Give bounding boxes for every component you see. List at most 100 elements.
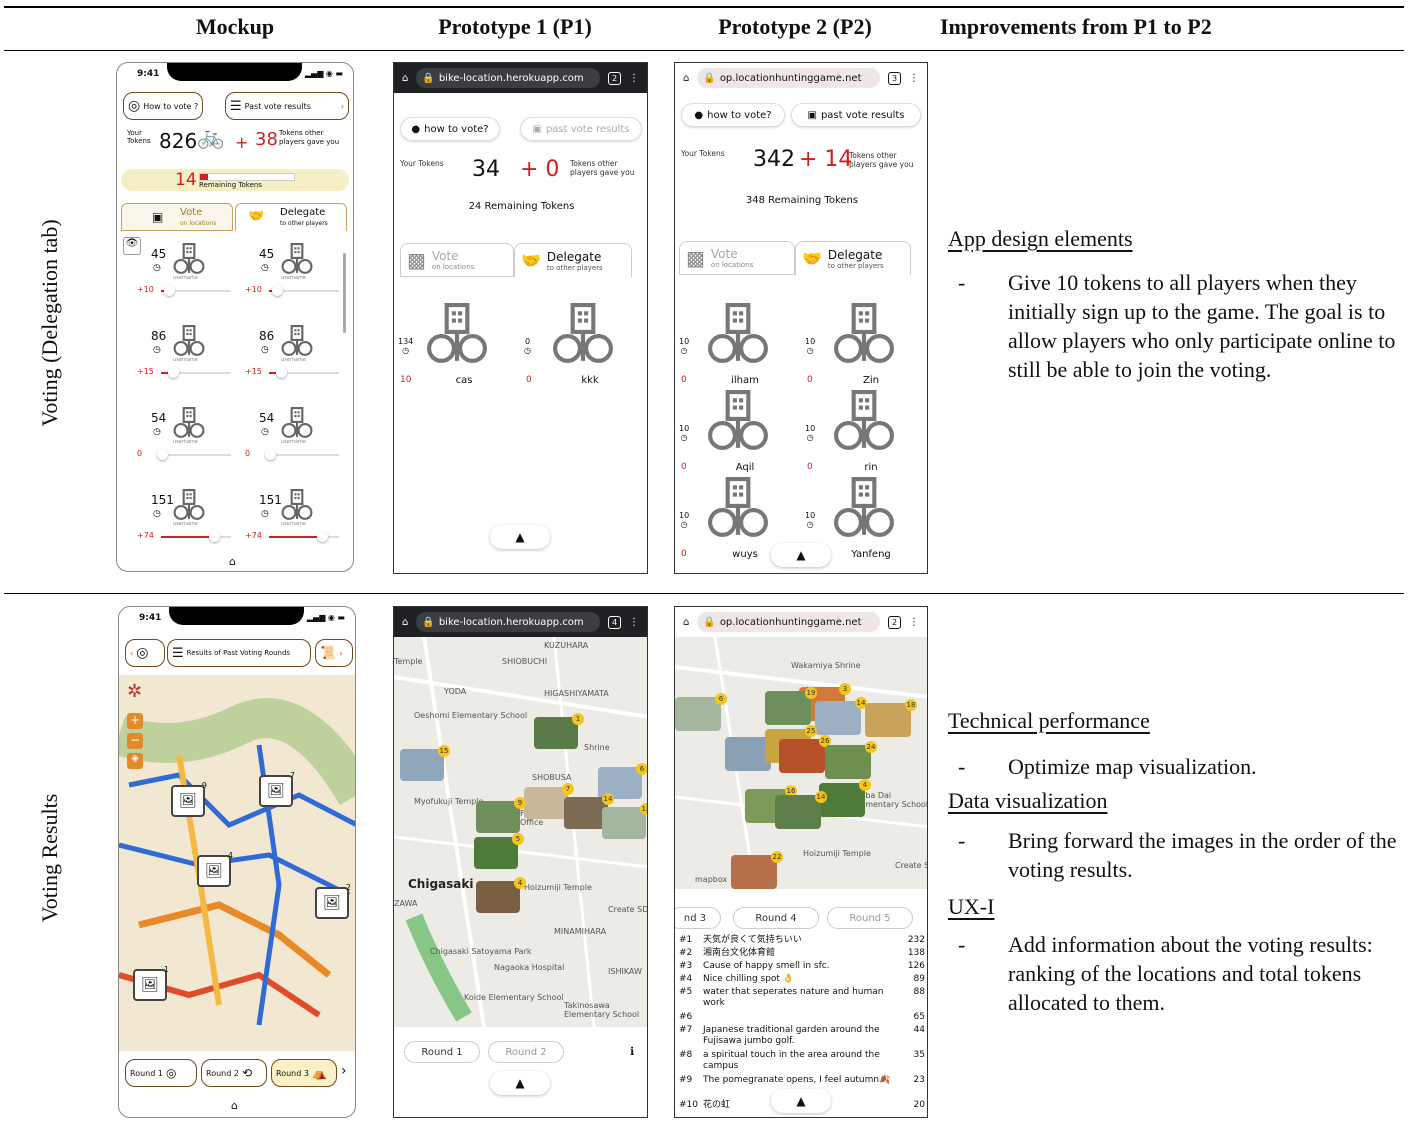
round-3-button[interactable]: nd 3 bbox=[675, 907, 721, 929]
how-to-vote-button[interactable]: ◎ How to vote ? bbox=[123, 92, 204, 120]
map-photo[interactable] bbox=[765, 691, 811, 725]
past-vote-results-button[interactable]: ▣ past vote results bbox=[791, 103, 921, 127]
how-to-vote-button[interactable]: ● how to vote? bbox=[400, 117, 500, 141]
map-photo[interactable] bbox=[602, 807, 646, 839]
player-card[interactable]: 45 ◷ username +10 bbox=[245, 239, 345, 315]
past-vote-results-button[interactable]: ▣ past vote results bbox=[520, 117, 642, 141]
photo-marker[interactable]: 🖼 4 bbox=[197, 851, 233, 887]
map-photo[interactable] bbox=[476, 801, 520, 833]
player-card[interactable]: 10 ◷ 0 ilham bbox=[679, 303, 789, 393]
ranking-row[interactable]: #5 water that seperates nature and human … bbox=[679, 987, 925, 1009]
player-slider[interactable] bbox=[161, 536, 231, 538]
map-photo[interactable] bbox=[476, 881, 520, 913]
ranking-row[interactable]: #1 天気が良くて気持ちいい 232 bbox=[679, 935, 925, 946]
prev-round-button[interactable]: ‹ ◎ bbox=[125, 639, 165, 667]
slider-knob[interactable] bbox=[316, 531, 328, 542]
photo-marker[interactable]: 🖼 2 bbox=[315, 883, 351, 919]
tab-vote[interactable]: ▩ Vote on locations bbox=[400, 243, 514, 277]
tab-count[interactable]: 2 bbox=[608, 71, 621, 85]
map-photo[interactable] bbox=[731, 855, 777, 889]
player-card[interactable]: 86 ◷ username +15 bbox=[245, 321, 345, 397]
ranking-row[interactable]: #8 a spiritual touch in the area around t… bbox=[679, 1050, 925, 1072]
map-photo[interactable] bbox=[534, 717, 578, 749]
map-photo[interactable] bbox=[865, 703, 911, 737]
player-slider[interactable] bbox=[161, 454, 231, 456]
player-card[interactable]: 45 ◷ username +10 bbox=[137, 239, 237, 315]
map-photo[interactable] bbox=[775, 795, 821, 829]
player-card[interactable]: 54 ◷ username 0 bbox=[137, 403, 237, 479]
home-button[interactable]: ▲ bbox=[771, 1089, 831, 1113]
url-field[interactable]: 🔒 bike-location.herokuapp.com bbox=[416, 612, 600, 632]
info-icon[interactable]: ℹ bbox=[630, 1045, 634, 1058]
home-icon[interactable]: ⌂ bbox=[683, 617, 689, 628]
tab-delegate[interactable]: 🤝 Delegate to other players bbox=[514, 243, 632, 277]
menu-icon[interactable]: ⋮ bbox=[629, 73, 639, 84]
url-field[interactable]: 🔒 op.locationhuntinggame.net bbox=[697, 612, 880, 632]
player-card[interactable]: 10 ◷ 0 Aqil bbox=[679, 390, 789, 480]
past-vote-results-button[interactable]: ☰ Past vote results › bbox=[225, 92, 349, 120]
home-icon[interactable]: ⌂ bbox=[231, 1099, 238, 1112]
how-to-vote-button[interactable]: ● how to vote? bbox=[681, 103, 785, 127]
map-photo[interactable] bbox=[400, 749, 444, 781]
home-button[interactable]: ▲ bbox=[771, 543, 831, 567]
menu-icon[interactable]: ⋮ bbox=[909, 73, 919, 84]
tab-count[interactable]: 2 bbox=[888, 615, 901, 629]
home-button[interactable]: ▲ bbox=[490, 525, 550, 549]
photo-marker[interactable]: 🖼 7 bbox=[259, 771, 295, 807]
slider-knob[interactable] bbox=[272, 285, 283, 296]
home-icon[interactable]: ⌂ bbox=[402, 617, 408, 628]
slider-knob[interactable] bbox=[157, 449, 168, 460]
player-card[interactable]: 10 ◷ 0 rin bbox=[805, 390, 915, 480]
results-title-button[interactable]: ☰ Results of Past Voting Rounds bbox=[167, 639, 311, 667]
home-icon[interactable]: ⌂ bbox=[402, 73, 408, 84]
photo-marker[interactable]: 🖼 1 bbox=[133, 965, 169, 1001]
round-5-button[interactable]: Round 5 bbox=[827, 907, 913, 929]
home-icon[interactable]: ⌂ bbox=[229, 555, 236, 568]
tab-delegate[interactable]: 🤝 Delegate to other players bbox=[235, 203, 347, 231]
player-card[interactable]: 151 ◷ username +74 bbox=[137, 485, 237, 561]
home-button[interactable]: ▲ bbox=[490, 1071, 550, 1095]
tab-delegate[interactable]: 🤝 Delegate to other players bbox=[795, 241, 911, 275]
url-field[interactable]: 🔒 bike-location.herokuapp.com bbox=[416, 68, 600, 88]
slider-knob[interactable] bbox=[208, 531, 220, 542]
slider-knob[interactable] bbox=[164, 285, 175, 296]
next-round-button[interactable]: 📜 › bbox=[315, 639, 353, 667]
player-card[interactable]: 54 ◷ username 0 bbox=[245, 403, 345, 479]
ranking-row[interactable]: #9 The pomegranate opens, I feel autumn🍂 2… bbox=[679, 1075, 925, 1086]
ranking-row[interactable]: #7 Japanese traditional garden around the… bbox=[679, 1025, 925, 1047]
player-card[interactable]: 134 ◷ 10 cas bbox=[398, 303, 508, 393]
ranking-row[interactable]: #3 Cause of happy smell in sfc. 126 bbox=[679, 961, 925, 972]
zoom-out-button[interactable]: − bbox=[127, 733, 143, 749]
map-photo[interactable] bbox=[474, 837, 518, 869]
ranking-row[interactable]: #6 65 bbox=[679, 1012, 925, 1023]
map-photo[interactable] bbox=[675, 697, 721, 731]
ranking-row[interactable]: #4 Nice chilling spot 👌 89 bbox=[679, 974, 925, 985]
map-photo[interactable] bbox=[815, 701, 861, 735]
map-photo[interactable] bbox=[779, 739, 825, 773]
tab-vote[interactable]: ▩ Vote on locations bbox=[679, 241, 795, 275]
player-card[interactable]: 151 ◷ username +74 bbox=[245, 485, 345, 561]
layers-button[interactable]: ◈ bbox=[127, 753, 143, 769]
player-card[interactable]: 10 ◷ 0 Zin bbox=[805, 303, 915, 393]
round-3-button[interactable]: Round 3 ⛺ bbox=[271, 1059, 337, 1087]
map-photo[interactable] bbox=[524, 787, 568, 819]
slider-knob[interactable] bbox=[167, 367, 179, 378]
zoom-in-button[interactable]: + bbox=[127, 713, 143, 729]
menu-icon[interactable]: ⋮ bbox=[909, 617, 919, 628]
tab-vote[interactable]: ▣ Vote on locations bbox=[121, 203, 233, 231]
round-2-button[interactable]: Round 2 ⟲ bbox=[201, 1059, 267, 1087]
tab-count[interactable]: 4 bbox=[608, 615, 621, 629]
round-1-button[interactable]: Round 1 ◎ bbox=[125, 1059, 197, 1087]
ranking-row[interactable]: #2 湘南台文化体育館 138 bbox=[679, 948, 925, 959]
map-photo[interactable] bbox=[825, 745, 871, 779]
player-card[interactable]: 0 ◷ 0 kkk bbox=[524, 303, 634, 393]
player-slider[interactable] bbox=[269, 454, 339, 456]
player-slider[interactable] bbox=[269, 536, 339, 538]
menu-icon[interactable]: ⋮ bbox=[629, 617, 639, 628]
player-card[interactable]: 86 ◷ username +15 bbox=[137, 321, 237, 397]
round-2-button[interactable]: Round 2 bbox=[488, 1041, 564, 1063]
url-field[interactable]: 🔒 op.locationhuntinggame.net bbox=[697, 68, 880, 88]
photo-marker[interactable]: 🖼 9 bbox=[171, 781, 207, 817]
tab-count[interactable]: 3 bbox=[888, 71, 901, 85]
round-4-button[interactable]: Round 4 bbox=[733, 907, 819, 929]
